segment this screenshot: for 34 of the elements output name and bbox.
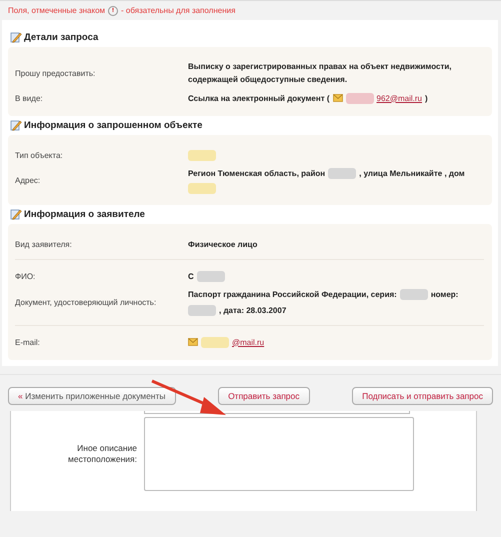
- field-value: ): [425, 92, 428, 104]
- section-title: Информация о заявителе: [24, 208, 145, 220]
- field-value: , улица Мельникайте , дом: [359, 168, 465, 180]
- email-link[interactable]: 962@mail.ru: [376, 92, 422, 104]
- action-button[interactable]: Отправить запрос: [218, 387, 310, 405]
- field-value: номер:: [430, 289, 458, 301]
- section-title: Информация о запрошенном объекте: [24, 120, 202, 130]
- field-label: Иное описание местоположения:: [67, 443, 138, 465]
- envelope-icon: [332, 94, 343, 102]
- field-label: E-mail:: [15, 338, 41, 346]
- field-label: Тип объекта:: [15, 150, 64, 160]
- edit-icon: [10, 119, 22, 131]
- field-value: Паспорт гражданина Российской Федерации, серия:: [188, 289, 397, 301]
- field-value: Регион Тюменская область, район: [188, 168, 326, 180]
- field-value: С: [188, 270, 194, 282]
- edit-icon: [10, 208, 22, 220]
- required-notice-text: - обязательны для заполнения: [121, 6, 236, 15]
- action-button[interactable]: « Изменить приложенные документы: [8, 387, 176, 405]
- required-notice-text: Поля, отмеченные знаком: [8, 6, 106, 15]
- field-label: Документ, удостоверяющий личность:: [15, 298, 158, 307]
- envelope-icon: [188, 338, 198, 346]
- edit-icon: [10, 31, 22, 43]
- field-value: Ссылка на электронный документ (: [188, 92, 330, 104]
- field-value: , дата: 28.03.2007: [219, 305, 286, 317]
- field-label: В виде:: [15, 94, 44, 102]
- field-value: Физическое лицо: [188, 238, 258, 250]
- field-value: Выписку о зарегистрированных правах на объект недвижимости, содержащей общедоступные сведения.: [188, 61, 453, 86]
- field-label: Вид заявителя:: [15, 240, 73, 248]
- section-title: Детали запроса: [24, 32, 98, 42]
- field-label: Прошу предоставить:: [15, 68, 96, 78]
- field-label: Адрес:: [15, 176, 42, 185]
- field-label: ФИО:: [15, 272, 36, 280]
- email-link[interactable]: @mail.ru: [232, 336, 264, 348]
- action-button[interactable]: Подписать и отправить запрос: [352, 387, 493, 405]
